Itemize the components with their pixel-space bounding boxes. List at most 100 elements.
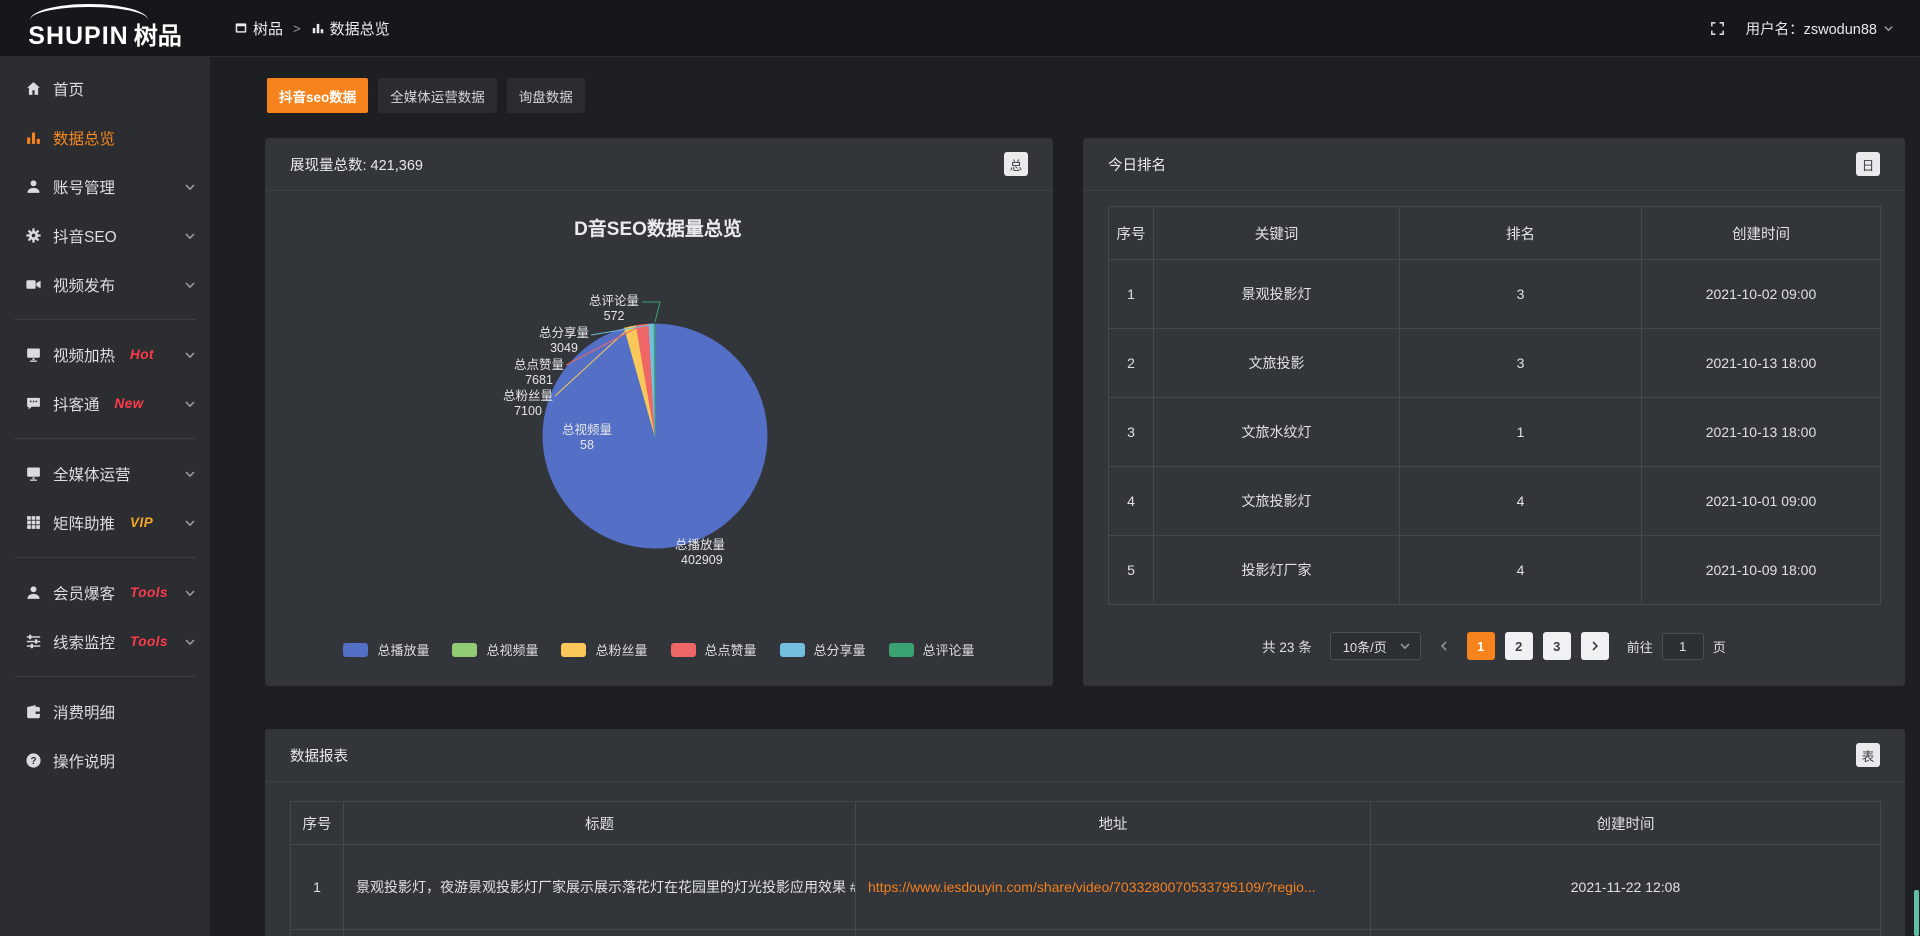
window-icon [234,21,248,35]
report-table-row[interactable] [291,930,1881,936]
sidebar-item-线索监控[interactable]: 线索监控Tools [0,617,210,666]
chevron-down-icon [1883,23,1894,34]
sidebar-item-视频发布[interactable]: 视频发布 [0,260,210,309]
report-panel-header: 数据报表 表 [265,729,1905,782]
sidebar-item-label: 首页 [53,78,84,100]
page-button-3[interactable]: 3 [1543,632,1571,660]
legend-item-总视频量[interactable]: 总视频量 [452,640,538,659]
chart-panel-header: 展现量总数: 421,369 总 [265,138,1053,191]
legend-item-总评论量[interactable]: 总评论量 [889,640,975,659]
page-button-1[interactable]: 1 [1467,632,1495,660]
sidebar-item-抖客通[interactable]: 抖客通New [0,379,210,428]
rank-panel: 今日排名 日 序号关键词排名创建时间1景观投影灯32021-10-02 09:0… [1083,138,1905,686]
sidebar-item-抖音SEO[interactable]: 抖音SEO [0,211,210,260]
legend-swatch [889,643,914,657]
report-cell-created: 2021-11-22 12:08 [1371,845,1881,930]
sidebar-item-账号管理[interactable]: 账号管理 [0,162,210,211]
sidebar-item-label: 账号管理 [53,176,115,198]
pie-label-name-总点赞量: 总点赞量 [514,358,564,372]
tab-全媒体运营数据[interactable]: 全媒体运营数据 [378,78,497,113]
page-size-select[interactable]: 10条/页 [1330,632,1421,660]
legend-swatch [452,643,477,657]
rank-cell: 2021-10-02 09:00 [1642,260,1881,329]
tab-询盘数据[interactable]: 询盘数据 [507,78,585,113]
next-page-button[interactable] [1581,632,1609,660]
rank-cell: 4 [1400,536,1642,605]
legend-item-总播放量[interactable]: 总播放量 [343,640,429,659]
chevron-down-icon [184,230,196,242]
chevron-down-icon [184,587,196,599]
rank-cell: 3 [1400,329,1642,398]
prev-page-button[interactable] [1431,632,1457,660]
report-col-地址: 地址 [856,802,1371,845]
breadcrumb-label: 树品 [253,18,283,39]
rank-table-row[interactable]: 5投影灯厂家42021-10-09 18:00 [1109,536,1881,605]
legend-item-总点赞量[interactable]: 总点赞量 [671,640,757,659]
legend-swatch [343,643,368,657]
rank-panel-header: 今日排名 日 [1083,138,1905,191]
sidebar-item-会员爆客[interactable]: 会员爆客Tools [0,568,210,617]
pie-label-name-总评论量: 总评论量 [589,294,639,308]
rank-cell: 2021-10-13 18:00 [1642,398,1881,467]
gear-icon [24,227,42,245]
daily-view-button[interactable]: 日 [1856,152,1880,176]
pie-label-value-总播放量: 402909 [681,553,723,567]
total-view-button[interactable]: 总 [1004,152,1028,176]
report-cell [856,930,1371,936]
scrollbar-thumb[interactable] [1914,890,1919,936]
sidebar-item-首页[interactable]: 首页 [0,64,210,113]
page-size-value: 10条/页 [1343,637,1387,656]
chart-panel: 展现量总数: 421,369 总 D音SEO数据量总览总播放量402909总视频… [265,138,1053,686]
sidebar-item-视频加热[interactable]: 视频加热Hot [0,330,210,379]
legend-item-总粉丝量[interactable]: 总粉丝量 [561,640,647,659]
goto-page: 前往 页 [1627,633,1726,660]
report-cell-url-link[interactable]: https://www.iesdouyin.com/share/video/70… [856,845,1371,930]
breadcrumb-item-2[interactable]: 数据总览 [311,18,390,39]
report-table-row[interactable]: 1景观投影灯，夜游景观投影灯厂家展示展示落花灯在花园里的灯光投影应用效果 #ht… [291,845,1881,930]
legend-item-总分享量[interactable]: 总分享量 [780,640,866,659]
user-menu[interactable]: 用户名：zswodun88 [1746,18,1894,39]
report-table: 序号标题地址创建时间1景观投影灯，夜游景观投影灯厂家展示展示落花灯在花园里的灯光… [290,801,1881,936]
chevron-down-icon [184,349,196,361]
sidebar-divider [14,319,196,320]
rank-cell: 4 [1400,467,1642,536]
rank-table: 序号关键词排名创建时间1景观投影灯32021-10-02 09:002文旅投影3… [1108,206,1881,605]
goto-page-input[interactable] [1662,633,1704,660]
grid-icon [24,514,42,532]
fullscreen-icon[interactable] [1709,20,1726,37]
goto-suffix: 页 [1713,637,1726,656]
rank-cell: 2021-10-01 09:00 [1642,467,1881,536]
rank-cell: 3 [1109,398,1154,467]
page-button-2[interactable]: 2 [1505,632,1533,660]
legend-swatch [671,643,696,657]
main-content: 抖音seo数据全媒体运营数据询盘数据 展现量总数: 421,369 总 D音SE… [210,56,1920,936]
monitor-play-icon [24,346,42,364]
sidebar-item-全媒体运营[interactable]: 全媒体运营 [0,449,210,498]
sidebar-item-消费明细[interactable]: 消费明细 [0,687,210,736]
logo-text: SHUPIN [28,24,128,49]
breadcrumb-item-1[interactable]: 树品 [234,18,283,39]
sidebar-item-操作说明[interactable]: ?操作说明 [0,736,210,785]
pie-label-name-总播放量: 总播放量 [675,537,725,552]
rank-cell: 文旅水纹灯 [1154,398,1400,467]
tab-抖音seo数据[interactable]: 抖音seo数据 [267,78,368,113]
sidebar-item-矩阵助推[interactable]: 矩阵助推VIP [0,498,210,547]
table-view-button[interactable]: 表 [1856,743,1880,767]
legend-label: 总视频量 [486,640,538,659]
legend-swatch [561,643,586,657]
sidebar-badge-Tools: Tools [130,634,168,649]
sidebar-item-数据总览[interactable]: 数据总览 [0,113,210,162]
goto-label: 前往 [1627,637,1653,656]
rank-table-row[interactable]: 1景观投影灯32021-10-02 09:00 [1109,260,1881,329]
rank-table-row[interactable]: 2文旅投影32021-10-13 18:00 [1109,329,1881,398]
chat-icon [24,395,42,413]
report-panel-title: 数据报表 [290,745,348,766]
sidebar-item-label: 视频发布 [53,274,115,296]
pie-label-name-总粉丝量: 总粉丝量 [503,388,553,403]
chevron-down-icon [184,398,196,410]
rank-table-row[interactable]: 4文旅投影灯42021-10-01 09:00 [1109,467,1881,536]
report-cell-title: 景观投影灯，夜游景观投影灯厂家展示展示落花灯在花园里的灯光投影应用效果 # [344,845,856,930]
breadcrumb: 树品>数据总览 [234,18,390,39]
rank-table-row[interactable]: 3文旅水纹灯12021-10-13 18:00 [1109,398,1881,467]
rank-cell: 1 [1109,260,1154,329]
